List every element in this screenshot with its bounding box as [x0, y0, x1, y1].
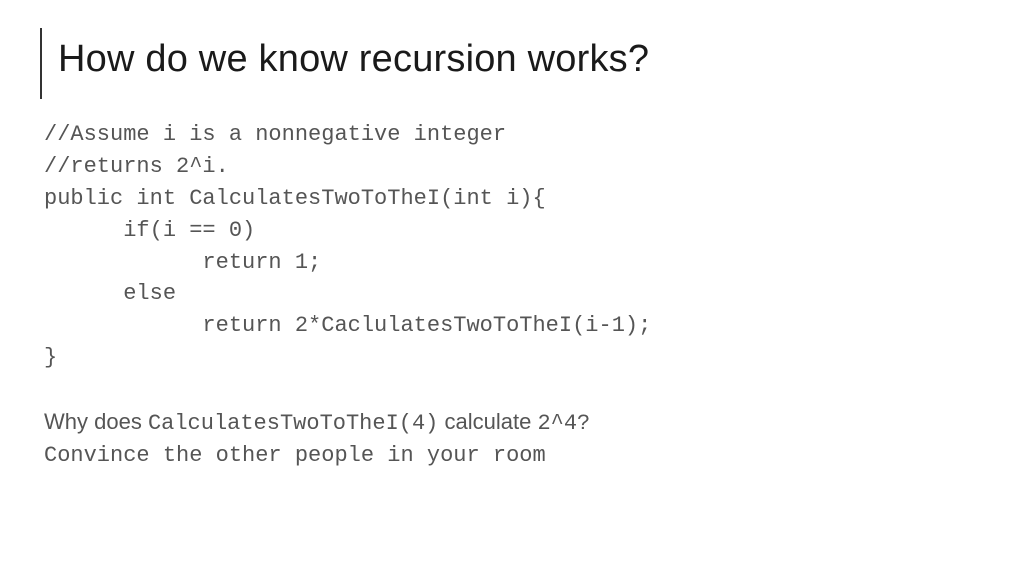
question-prefix: Why does: [44, 409, 148, 434]
question-line-2: Convince the other people in your room: [44, 440, 976, 472]
code-if: if(i == 0): [44, 215, 976, 247]
code-signature: public int CalculatesTwoToTheI(int i){: [44, 183, 976, 215]
question-line-1: Why does CalculatesTwoToTheI(4) calculat…: [44, 406, 976, 440]
code-return-1: return 1;: [44, 247, 976, 279]
question-mid: calculate: [438, 409, 537, 434]
code-else: else: [44, 278, 976, 310]
slide-content: //Assume i is a nonnegative integer //re…: [44, 119, 976, 472]
code-comment-1: //Assume i is a nonnegative integer: [44, 119, 976, 151]
code-close: }: [44, 342, 976, 374]
code-comment-2: //returns 2^i.: [44, 151, 976, 183]
spacer: [44, 374, 976, 402]
slide-title: How do we know recursion works?: [58, 38, 976, 81]
title-block: How do we know recursion works?: [40, 28, 976, 99]
question-expr: 2^4?: [537, 411, 590, 436]
question-call: CalculatesTwoToTheI(4): [148, 411, 438, 436]
code-return-2: return 2*CaclulatesTwoToTheI(i-1);: [44, 310, 976, 342]
